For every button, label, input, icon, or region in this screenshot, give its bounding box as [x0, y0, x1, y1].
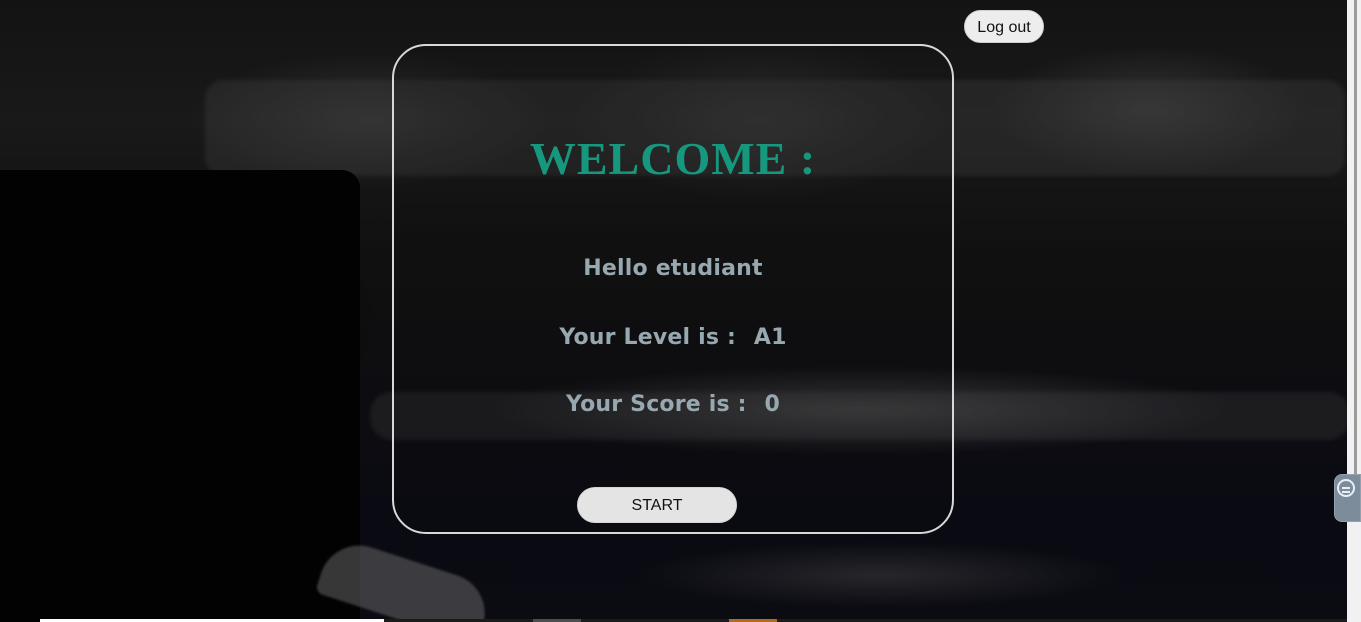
scrollbar-thumb[interactable] [1354, 0, 1357, 520]
level-value: A1 [753, 325, 787, 350]
logout-button[interactable]: Log out [964, 10, 1044, 43]
welcome-card: WELCOME : Hello etudiant Your Level is :… [392, 44, 954, 534]
score-label: Your Score is : [565, 392, 747, 417]
level-label: Your Level is : [559, 325, 737, 350]
score-line: Your Score is : 0 [394, 392, 952, 417]
page-title: WELCOME : [529, 133, 817, 184]
username: etudiant [655, 256, 763, 281]
background-dark-object [0, 170, 360, 622]
level-line: Your Level is : A1 [394, 325, 952, 350]
app-viewport: Log out WELCOME : Hello etudiant Your Le… [0, 0, 1361, 622]
remote-control-icon[interactable] [1337, 479, 1355, 497]
greeting-prefix: Hello [583, 256, 648, 281]
greeting-line: Hello etudiant [394, 256, 952, 281]
start-button[interactable]: START [577, 487, 737, 523]
score-value: 0 [764, 392, 781, 417]
